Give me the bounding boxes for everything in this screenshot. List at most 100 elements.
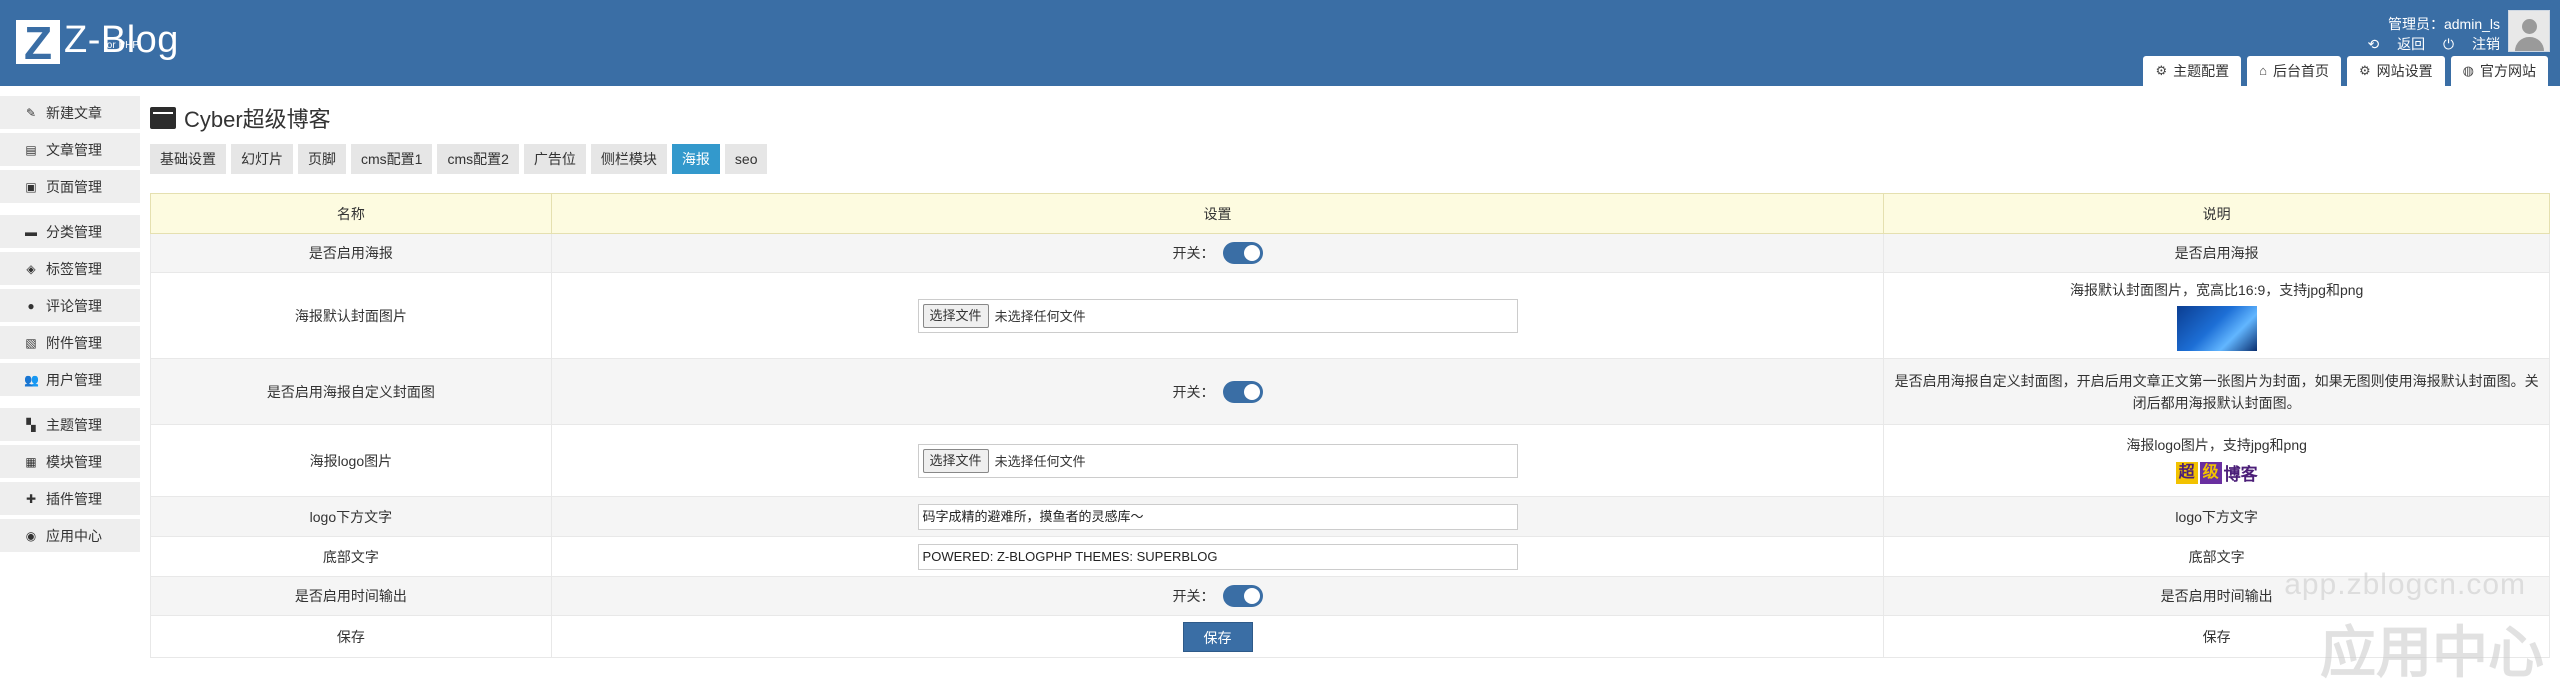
- grid-icon: ▦: [24, 455, 38, 469]
- row-name: logo下方文字: [151, 497, 552, 537]
- theme-icon: ▚: [24, 418, 38, 432]
- switch-label: 开关：: [1173, 382, 1215, 402]
- zblog-logo[interactable]: Z-Blog: [16, 20, 179, 68]
- top-tabs: ⚙主题配置 ⌂后台首页 ⚙网站设置 ◍官方网站: [2143, 56, 2548, 86]
- file-status: 未选择任何文件: [995, 306, 1086, 325]
- edit-icon: ✎: [24, 106, 38, 120]
- sidebar-item-users[interactable]: 👥用户管理: [0, 363, 140, 396]
- attachment-icon: ▧: [24, 336, 38, 350]
- row-name: 是否启用海报自定义封面图: [151, 359, 552, 425]
- page-title: Cyber超级博客: [150, 102, 331, 134]
- column-header-name: 名称: [151, 194, 552, 234]
- tab-footer[interactable]: 页脚: [298, 144, 346, 174]
- settings-table: 名称 设置 说明 是否启用海报 开关： 是否启用海报 海报默认封面图片 选择文件…: [150, 193, 2550, 658]
- page-icon: ▣: [24, 180, 38, 194]
- table-row: 海报logo图片 选择文件 未选择任何文件 海报logo图片，支持jpg和png…: [151, 425, 2550, 497]
- users-icon: 👥: [24, 373, 38, 387]
- top-header: Z-Blog for PHP 管理员：admin_ls ⟲ 返回 ⏻ 注销 ⚙主…: [0, 0, 2560, 86]
- globe-icon: ◍: [2463, 56, 2474, 86]
- row-desc: 底部文字: [1884, 537, 2550, 577]
- logo-subtitle: for PHP: [104, 40, 139, 51]
- sidebar-item-plugins[interactable]: ✚插件管理: [0, 482, 140, 515]
- file-status: 未选择任何文件: [995, 451, 1086, 470]
- tab-admin-home[interactable]: ⌂后台首页: [2247, 56, 2341, 86]
- tab-sidebar-modules[interactable]: 侧栏模块: [591, 144, 667, 174]
- gear-icon: ⚙: [2359, 56, 2371, 86]
- row-name: 保存: [151, 616, 552, 658]
- logo-text-input[interactable]: 码字成精的避难所，摸鱼者的灵感库～: [918, 504, 1518, 530]
- column-header-desc: 说明: [1884, 194, 2550, 234]
- gear-icon: ⚙: [2155, 56, 2167, 86]
- logo-file-input[interactable]: 选择文件 未选择任何文件: [918, 444, 1518, 478]
- table-row: 是否启用时间输出 开关： 是否启用时间输出: [151, 577, 2550, 616]
- avatar[interactable]: [2508, 10, 2550, 52]
- home-icon: ⌂: [2259, 56, 2267, 86]
- switch-label: 开关：: [1173, 243, 1215, 263]
- tab-site-settings[interactable]: ⚙网站设置: [2347, 56, 2445, 86]
- row-name: 是否启用海报: [151, 234, 552, 273]
- table-row: 底部文字 POWERED: Z-BLOGPHP THEMES: SUPERBLO…: [151, 537, 2550, 577]
- sidebar: ✎新建文章 ▤文章管理 ▣页面管理 ▬分类管理 ◈标签管理 ●评论管理 ▧附件管…: [0, 86, 140, 684]
- table-row: 海报默认封面图片 选择文件 未选择任何文件 海报默认封面图片，宽高比16:9，支…: [151, 273, 2550, 359]
- choose-file-button[interactable]: 选择文件: [923, 449, 989, 473]
- article-icon: ▤: [24, 143, 38, 157]
- tab-ads[interactable]: 广告位: [524, 144, 586, 174]
- switch-label: 开关：: [1173, 586, 1215, 606]
- tab-basic[interactable]: 基础设置: [150, 144, 226, 174]
- sidebar-item-app-center[interactable]: ◉应用中心: [0, 519, 140, 552]
- row-desc: 保存: [1884, 616, 2550, 658]
- row-name: 海报logo图片: [151, 425, 552, 497]
- tab-poster[interactable]: 海报: [672, 144, 720, 174]
- enable-poster-toggle[interactable]: [1223, 242, 1263, 264]
- cover-thumbnail: [2177, 306, 2257, 351]
- sidebar-item-new-article[interactable]: ✎新建文章: [0, 96, 140, 129]
- sidebar-item-articles[interactable]: ▤文章管理: [0, 133, 140, 166]
- sidebar-item-categories[interactable]: ▬分类管理: [0, 215, 140, 248]
- table-row: 是否启用海报 开关： 是否启用海报: [151, 234, 2550, 273]
- puzzle-icon: ✚: [24, 492, 38, 506]
- tab-seo[interactable]: seo: [725, 144, 768, 174]
- row-desc: 是否启用海报: [1884, 234, 2550, 273]
- choose-file-button[interactable]: 选择文件: [923, 304, 989, 328]
- tab-slides[interactable]: 幻灯片: [231, 144, 293, 174]
- time-output-toggle[interactable]: [1223, 585, 1263, 607]
- folder-icon: ▬: [24, 225, 38, 239]
- row-name: 是否启用时间输出: [151, 577, 552, 616]
- sidebar-item-modules[interactable]: ▦模块管理: [0, 445, 140, 478]
- tab-theme-config[interactable]: ⚙主题配置: [2143, 56, 2241, 86]
- row-desc: 是否启用海报自定义封面图，开启后用文章正文第一张图片为封面，如果无图则使用海报默…: [1884, 359, 2550, 425]
- sidebar-item-pages[interactable]: ▣页面管理: [0, 170, 140, 203]
- admin-label: 管理员：admin_ls: [2354, 14, 2500, 34]
- table-row: 保存 保存 保存: [151, 616, 2550, 658]
- sidebar-item-themes[interactable]: ▚主题管理: [0, 408, 140, 441]
- row-name: 底部文字: [151, 537, 552, 577]
- cover-file-input[interactable]: 选择文件 未选择任何文件: [918, 299, 1518, 333]
- table-row: logo下方文字 码字成精的避难所，摸鱼者的灵感库～ logo下方文字: [151, 497, 2550, 537]
- user-info: 管理员：admin_ls ⟲ 返回 ⏻ 注销: [2354, 14, 2500, 54]
- footer-text-input[interactable]: POWERED: Z-BLOGPHP THEMES: SUPERBLOG: [918, 544, 1518, 570]
- tag-icon: ◈: [24, 262, 38, 276]
- back-link[interactable]: ⟲ 返回: [2368, 36, 2426, 52]
- sidebar-item-tags[interactable]: ◈标签管理: [0, 252, 140, 285]
- row-desc: 是否启用时间输出: [1884, 577, 2550, 616]
- save-button[interactable]: 保存: [1183, 622, 1253, 652]
- tab-official-site[interactable]: ◍官方网站: [2451, 56, 2548, 86]
- settings-tabs: 基础设置 幻灯片 页脚 cms配置1 cms配置2 广告位 侧栏模块 海报 se…: [150, 144, 767, 174]
- row-desc: 海报默认封面图片，宽高比16:9，支持jpg和png: [1884, 280, 2549, 300]
- row-name: 海报默认封面图片: [151, 273, 552, 359]
- logo-z-icon: [16, 20, 60, 64]
- logout-link[interactable]: ⏻ 注销: [2443, 36, 2500, 52]
- folder-icon: [150, 107, 176, 129]
- row-desc: logo下方文字: [1884, 497, 2550, 537]
- row-desc: 海报logo图片，支持jpg和png: [1884, 435, 2549, 455]
- comment-icon: ●: [24, 299, 38, 313]
- column-header-setting: 设置: [551, 194, 1884, 234]
- custom-cover-toggle[interactable]: [1223, 381, 1263, 403]
- app-center-icon: ◉: [24, 529, 38, 543]
- tab-cms2[interactable]: cms配置2: [437, 144, 518, 174]
- sidebar-item-comments[interactable]: ●评论管理: [0, 289, 140, 322]
- table-row: 是否启用海报自定义封面图 开关： 是否启用海报自定义封面图，开启后用文章正文第一…: [151, 359, 2550, 425]
- logo-thumbnail: 超级博客: [2176, 459, 2258, 487]
- sidebar-item-attachments[interactable]: ▧附件管理: [0, 326, 140, 359]
- tab-cms1[interactable]: cms配置1: [351, 144, 432, 174]
